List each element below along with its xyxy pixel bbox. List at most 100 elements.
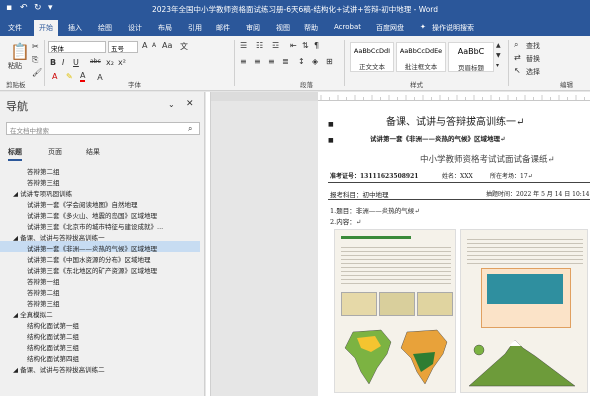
tab-draw[interactable]: 绘图 — [98, 23, 112, 33]
replace-button[interactable]: 替换 — [526, 54, 540, 64]
horizontal-ruler — [211, 92, 590, 101]
tab-help[interactable]: 帮助 — [304, 23, 318, 33]
nav-tab-headings[interactable]: 标题 — [8, 147, 22, 161]
grow-font-icon[interactable]: A — [142, 41, 147, 50]
nav-heading-item[interactable]: 试讲第二套《多火山、地震的岛国》区域地理 — [0, 208, 200, 220]
nav-heading-item[interactable]: 结构化面试第三组 — [0, 340, 200, 352]
image-text-block — [467, 236, 583, 264]
font-size-select[interactable]: 五号 — [108, 41, 138, 53]
nav-heading-item[interactable]: ◢ 备课、试讲与答辩拔高训练二 — [0, 362, 200, 374]
divider — [508, 40, 509, 86]
nav-heading-item[interactable]: 试讲第一套《非洲——炎热的气候》区域地理 — [0, 241, 200, 253]
copy-icon[interactable]: ⎘ — [32, 55, 38, 65]
exam-room: 所在考场：17↵ — [490, 173, 533, 180]
paste-button[interactable]: 粘贴 — [8, 61, 22, 71]
style-normal[interactable]: AaBbCcDdI 正文文本 — [350, 42, 394, 72]
nav-tab-pages[interactable]: 页面 — [48, 147, 62, 157]
find-icon[interactable]: ⌕ — [514, 40, 518, 50]
tab-acrobat[interactable]: Acrobat — [334, 23, 361, 31]
italic-button[interactable]: I — [62, 58, 64, 67]
nav-tab-results[interactable]: 结果 — [86, 147, 100, 157]
nav-heading-item[interactable]: 试讲第二套《中国水资源的分布》区域地理 — [0, 252, 200, 264]
nav-heading-item[interactable]: 答辩第三组 — [0, 175, 200, 187]
highlight-icon[interactable]: ✎ — [66, 72, 73, 81]
font-label: 字体 — [128, 81, 141, 89]
select-icon[interactable]: ↖ — [514, 66, 521, 75]
nav-heading-item[interactable]: ◢ 全真模拟二 — [0, 307, 200, 319]
tab-mailings[interactable]: 邮件 — [216, 23, 230, 33]
nav-heading-item[interactable]: 答辩第三组 — [0, 296, 200, 308]
tab-design[interactable]: 设计 — [128, 23, 142, 33]
align-right-icon[interactable]: ≡ — [268, 57, 275, 66]
nav-heading-item[interactable]: 试讲第三套《北京市的城市特征与建设成就》... — [0, 219, 200, 231]
underline-button[interactable]: U — [73, 58, 79, 67]
indent-icon[interactable]: ⇤ — [290, 41, 297, 50]
styles-more-icon[interactable]: ▾ — [496, 62, 499, 69]
style-heading1[interactable]: AaBbC 页眉标题 — [448, 42, 494, 72]
font-name-select[interactable]: 宋体 — [48, 41, 106, 53]
format-painter-icon[interactable]: 🖌 — [32, 68, 42, 77]
numbering-icon[interactable]: ☷ — [256, 41, 263, 50]
nav-heading-item[interactable]: 试讲第三套《东北地区的矿产资源》区域地理 — [0, 263, 200, 275]
shrink-font-icon[interactable]: A — [152, 42, 156, 49]
font-color-button[interactable]: A — [80, 72, 86, 82]
mountain-diagram-image — [468, 339, 576, 387]
text-effects-icon[interactable]: A — [52, 72, 57, 81]
doc-heading: 备课、试讲与答辩拔高训练一↵ — [386, 117, 525, 128]
nav-heading-item[interactable]: 答辩第二组 — [0, 285, 200, 297]
tab-home[interactable]: 开始 — [34, 20, 58, 36]
nav-heading-item[interactable]: 结构化面试第二组 — [0, 329, 200, 341]
paste-icon[interactable]: 📋 — [10, 42, 30, 61]
nav-heading-item[interactable]: ◢ 备课、试讲与答辩拔高训练一 — [0, 230, 200, 242]
nav-search-input[interactable]: 在文档中搜索 — [6, 122, 200, 135]
nav-heading-item[interactable]: 试讲第一套《学会阅读地图》自然地理 — [0, 197, 200, 209]
nav-heading-item[interactable]: ◢ 试讲专项巩固训练 — [0, 186, 200, 198]
ruler-ticks — [211, 92, 585, 101]
search-icon[interactable]: ⌕ — [188, 124, 192, 134]
char-shading-icon[interactable]: Ａ — [96, 72, 104, 83]
multilevel-icon[interactable]: ☲ — [272, 41, 279, 50]
divider — [328, 199, 590, 200]
nav-heading-item[interactable]: 答辩第二组 — [0, 164, 200, 176]
line-spacing-icon[interactable]: ↕ — [298, 57, 305, 66]
exam-subject: 报考科目：初中地理 — [330, 191, 389, 199]
find-button[interactable]: 查找 — [526, 41, 540, 51]
style-no-spacing[interactable]: AaBbCcDdEe 批注框文本 — [396, 42, 446, 72]
shading-icon[interactable]: ◈ — [312, 57, 318, 66]
justify-icon[interactable]: ≣ — [282, 57, 289, 66]
nav-options-icon[interactable]: ⌄ — [168, 100, 175, 109]
nav-heading-item[interactable]: 结构化面试第四组 — [0, 351, 200, 363]
tab-insert[interactable]: 插入 — [68, 23, 82, 33]
change-case-icon[interactable]: Aa — [162, 41, 172, 50]
select-button[interactable]: 选择 — [526, 67, 540, 77]
tell-me-search[interactable]: 操作说明搜索 — [432, 23, 474, 33]
tab-review[interactable]: 审阅 — [246, 23, 260, 33]
sort-icon[interactable]: ⇅ — [302, 41, 309, 50]
nav-heading-item[interactable]: 答辩第一组 — [0, 274, 200, 286]
styles-scroll-down-icon[interactable]: ▼ — [496, 52, 501, 59]
align-left-icon[interactable]: ≡ — [240, 57, 247, 66]
textbook-page-left — [334, 229, 456, 393]
styles-scroll-up-icon[interactable]: ▲ — [496, 42, 501, 49]
tab-view[interactable]: 视图 — [276, 23, 290, 33]
nav-heading-item[interactable]: 结构化面试第一组 — [0, 318, 200, 330]
subscript-button[interactable]: x₂ — [106, 58, 114, 67]
title-bar: ▪ ↶ ↻ ▾ 2023年全国中小学教师资格面试练习册-6天6稿-结构化+试讲+… — [0, 0, 590, 19]
phonetic-icon[interactable]: 文 — [180, 41, 188, 52]
tab-file[interactable]: 文件 — [8, 23, 22, 33]
tab-layout[interactable]: 布局 — [158, 23, 172, 33]
strikethrough-button[interactable]: abc — [90, 58, 101, 65]
replace-icon[interactable]: ⇄ — [514, 53, 521, 62]
bullets-icon[interactable]: ☰ — [240, 41, 247, 50]
align-center-icon[interactable]: ≡ — [254, 57, 261, 66]
tab-references[interactable]: 引用 — [188, 23, 202, 33]
cut-icon[interactable]: ✂ — [32, 42, 39, 51]
superscript-button[interactable]: x² — [118, 58, 126, 67]
image-photo — [487, 274, 563, 304]
close-icon[interactable]: ✕ — [186, 99, 194, 109]
borders-icon[interactable]: ⊞ — [326, 57, 333, 66]
bold-button[interactable]: B — [50, 58, 56, 67]
tab-baidu[interactable]: 百度网盘 — [376, 23, 404, 33]
editing-label: 编辑 — [560, 81, 573, 89]
show-marks-icon[interactable]: ¶ — [314, 41, 319, 50]
